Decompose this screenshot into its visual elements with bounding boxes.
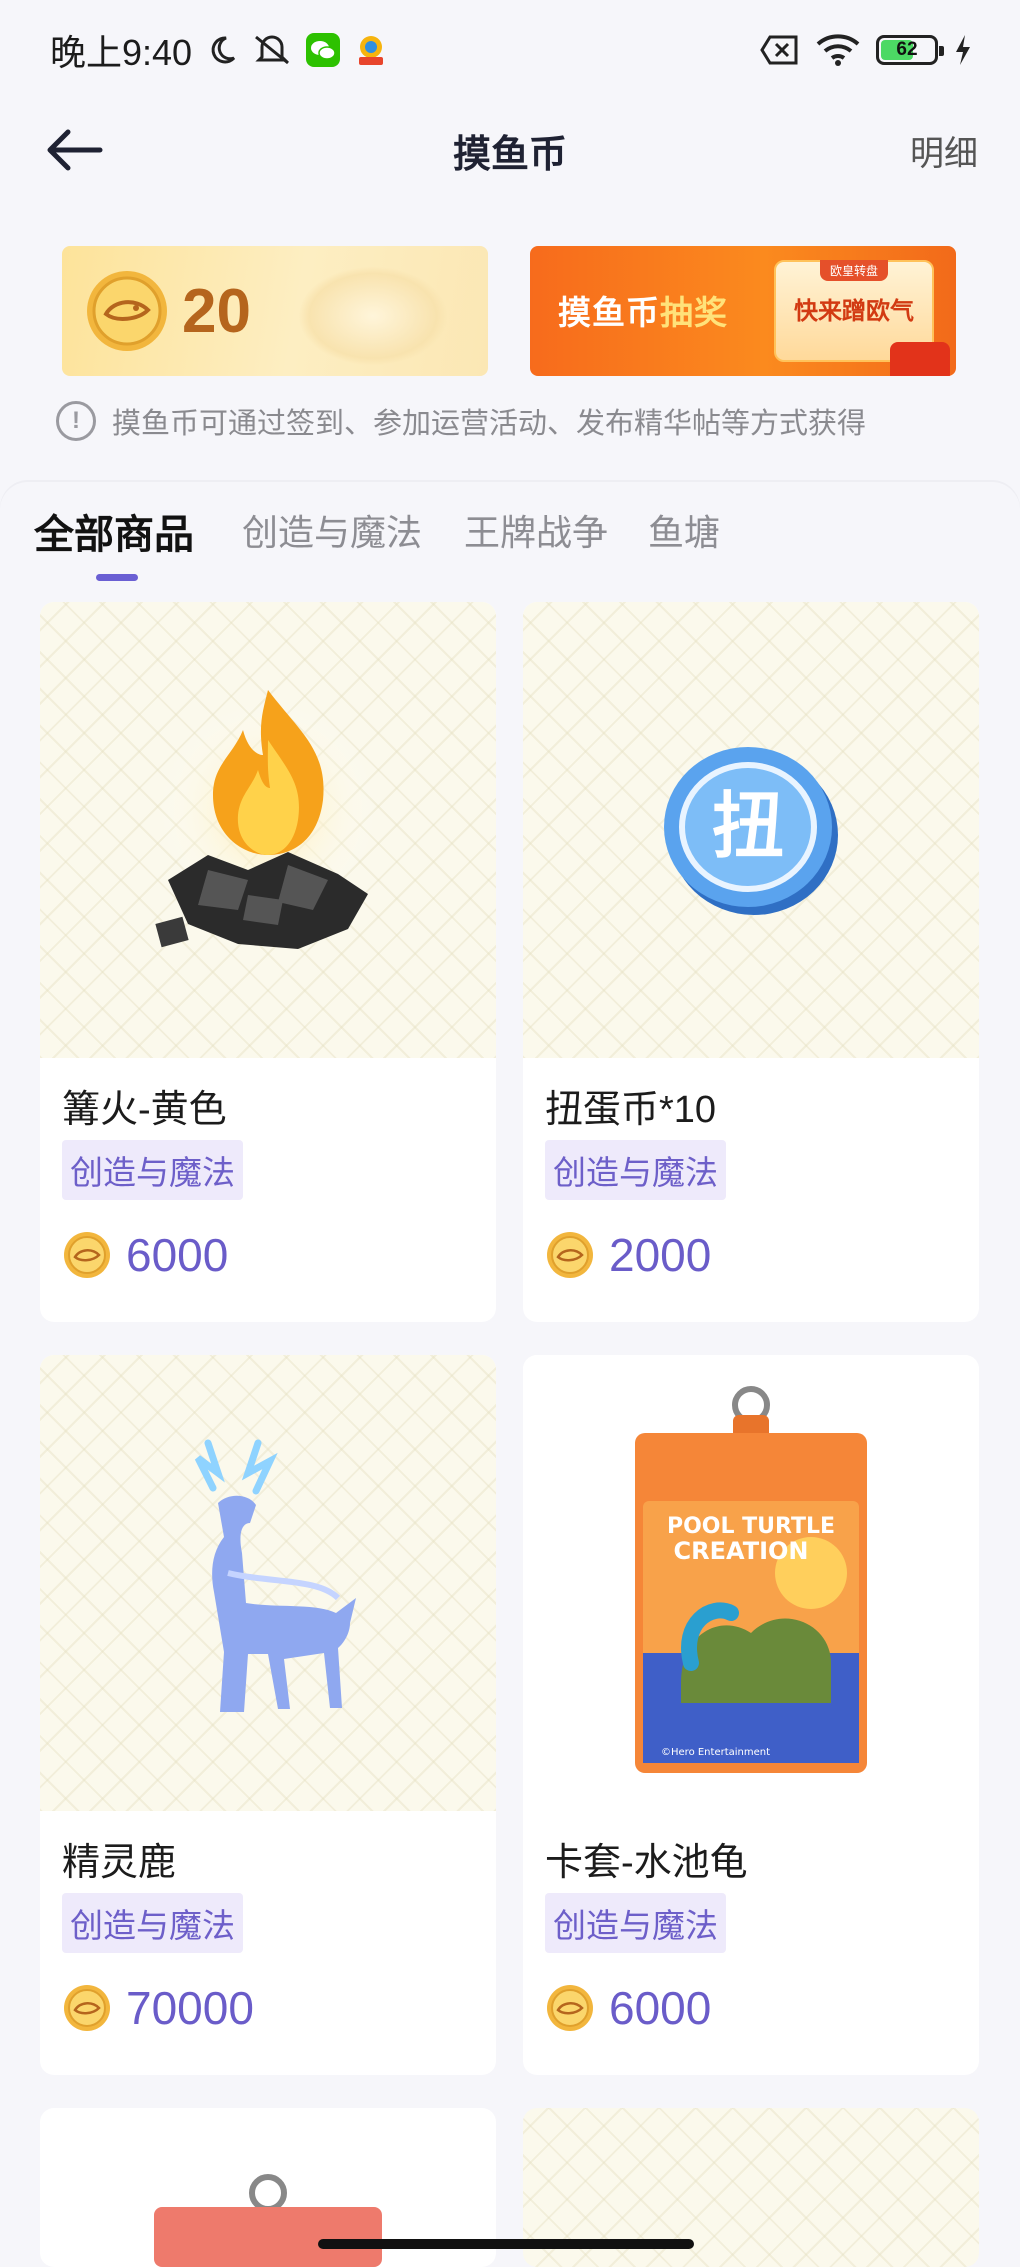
tab-ace-war[interactable]: 王牌战争 (464, 504, 608, 556)
product-card[interactable]: 扭 扭蛋币*10 创造与魔法 2000 (523, 602, 979, 1322)
info-icon: ! (56, 401, 96, 441)
tab-fish-pond[interactable]: 鱼塘 (648, 504, 720, 556)
fish-coin-icon (547, 1232, 593, 1278)
product-name: 篝火-黄色 (62, 1089, 227, 1131)
battery-icon: 62 (876, 35, 944, 65)
product-tag: 创造与魔法 (545, 1893, 726, 1953)
product-name: 扭蛋币*10 (545, 1089, 717, 1131)
lottery-banner[interactable]: 摸鱼币抽奖 欧皇转盘 快来蹭欧气 (530, 246, 956, 376)
page-title: 摸鱼币 (452, 133, 567, 176)
fish-coin-icon (64, 1232, 110, 1278)
sim-off-icon (760, 35, 800, 65)
price-value: 6000 (126, 1229, 229, 1281)
lottery-title: 摸鱼币抽奖 (558, 286, 728, 334)
product-card[interactable]: POOL TURTLE CREATION ©Hero Entertainment… (523, 1355, 979, 2075)
product-name: 精灵鹿 (62, 1842, 177, 1884)
product-card[interactable]: 篝火-黄色 创造与魔法 6000 (40, 602, 496, 1322)
detail-link[interactable]: 明细 (910, 126, 978, 175)
lottery-title-highlight: 抽奖 (660, 294, 728, 331)
decoration (298, 266, 448, 366)
price-value: 6000 (609, 1982, 712, 2034)
product-image (40, 1355, 496, 1811)
product-tag: 创造与魔法 (62, 1140, 243, 1200)
product-image (40, 602, 496, 1058)
product-price: 70000 (62, 1981, 254, 2035)
app-icon (354, 33, 388, 67)
home-indicator[interactable] (318, 2239, 694, 2249)
app-header: 摸鱼币 明细 (0, 100, 1020, 200)
lottery-cta: 快来蹭欧气 (794, 298, 914, 325)
red-envelope-icon (890, 342, 950, 376)
coin-hint: ! 摸鱼币可通过签到、参加运营活动、发布精华帖等方式获得 (56, 400, 866, 442)
back-button[interactable] (44, 122, 110, 178)
card-holder-footer: ©Hero Entertainment (661, 1747, 770, 1758)
fish-coin-icon (64, 1985, 110, 2031)
product-name: 卡套-水池龟 (545, 1842, 748, 1884)
gacha-coin-icon: 扭 (664, 747, 838, 915)
price-value: 70000 (126, 1982, 254, 2034)
spirit-deer-icon (194, 1439, 356, 1712)
mute-icon (252, 33, 292, 67)
battery-level: 62 (896, 39, 918, 60)
product-tag: 创造与魔法 (545, 1140, 726, 1200)
category-tabs: 全部商品 创造与魔法 王牌战争 鱼塘 (0, 482, 1020, 592)
tab-all[interactable]: 全部商品 (34, 502, 194, 560)
status-time: 晚上9:40 (50, 32, 193, 73)
card-holder-line1: POOL TURTLE (667, 1514, 835, 1539)
card-holder-icon: POOL TURTLE CREATION ©Hero Entertainment (635, 1386, 867, 1773)
price-value: 2000 (609, 1229, 712, 1281)
product-card[interactable]: 精灵鹿 创造与魔法 70000 (40, 1355, 496, 2075)
product-image: POOL TURTLE CREATION ©Hero Entertainment (523, 1355, 979, 1811)
tab-indicator (96, 574, 138, 581)
shop-panel: 全部商品 创造与魔法 王牌战争 鱼塘 篝火-黄色 创造与魔法 6000 扭 扭蛋… (0, 482, 1020, 2267)
wechat-icon (306, 33, 341, 67)
gacha-coin-char: 扭 (712, 784, 784, 868)
tab-creation-magic[interactable]: 创造与魔法 (242, 504, 422, 556)
campfire-icon (155, 690, 378, 949)
moon-icon (206, 34, 238, 66)
status-bar: 晚上9:40 62 (0, 0, 1020, 100)
fish-coin-icon (87, 271, 167, 351)
lottery-tag: 欧皇转盘 (819, 260, 888, 281)
card-holder-line2: CREATION (674, 1537, 809, 1565)
lottery-title-main: 摸鱼币 (558, 294, 660, 331)
card-holder-icon (154, 2174, 382, 2267)
hint-text: 摸鱼币可通过签到、参加运营活动、发布精华帖等方式获得 (112, 408, 867, 440)
wifi-icon (816, 34, 860, 66)
product-image: 扭 (523, 602, 979, 1058)
fish-coin-icon (547, 1985, 593, 2031)
product-price: 6000 (62, 1228, 228, 1282)
product-price: 2000 (545, 1228, 711, 1282)
product-tag: 创造与魔法 (62, 1893, 243, 1953)
charging-icon (954, 35, 972, 65)
coin-balance-banner[interactable]: 20 (62, 246, 488, 376)
coin-balance: 20 (182, 276, 251, 346)
product-price: 6000 (545, 1981, 711, 2035)
arrow-left-icon (47, 129, 103, 171)
